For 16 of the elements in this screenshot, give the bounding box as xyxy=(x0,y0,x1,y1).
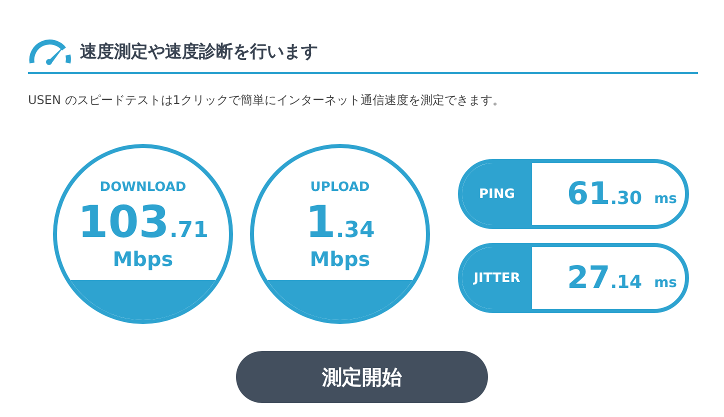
section-title: 速度測定や速度診断を行います xyxy=(80,40,318,62)
speed-value: 1.34 xyxy=(305,201,375,245)
latency-unit: ms xyxy=(654,275,677,291)
start-button[interactable]: 測定開始 xyxy=(236,351,488,403)
latency-label: PING xyxy=(462,163,532,225)
speed-value: 103.71 xyxy=(78,201,208,245)
speed-label: UPLOAD xyxy=(310,180,370,195)
latency-value: 27.14 xyxy=(567,262,642,294)
speed-label: DOWNLOAD xyxy=(100,180,186,195)
speed-unit: Mbps xyxy=(112,247,174,271)
latency-value: 61.30 xyxy=(567,178,642,210)
speed-unit: Mbps xyxy=(310,247,370,271)
latency-unit: ms xyxy=(654,191,677,207)
description-text: USEN のスピードテストは1クリックで簡単にインターネット通信速度を測定できます。 xyxy=(28,92,506,108)
gauge-icon xyxy=(28,37,72,65)
latency-label: JITTER xyxy=(462,247,532,309)
